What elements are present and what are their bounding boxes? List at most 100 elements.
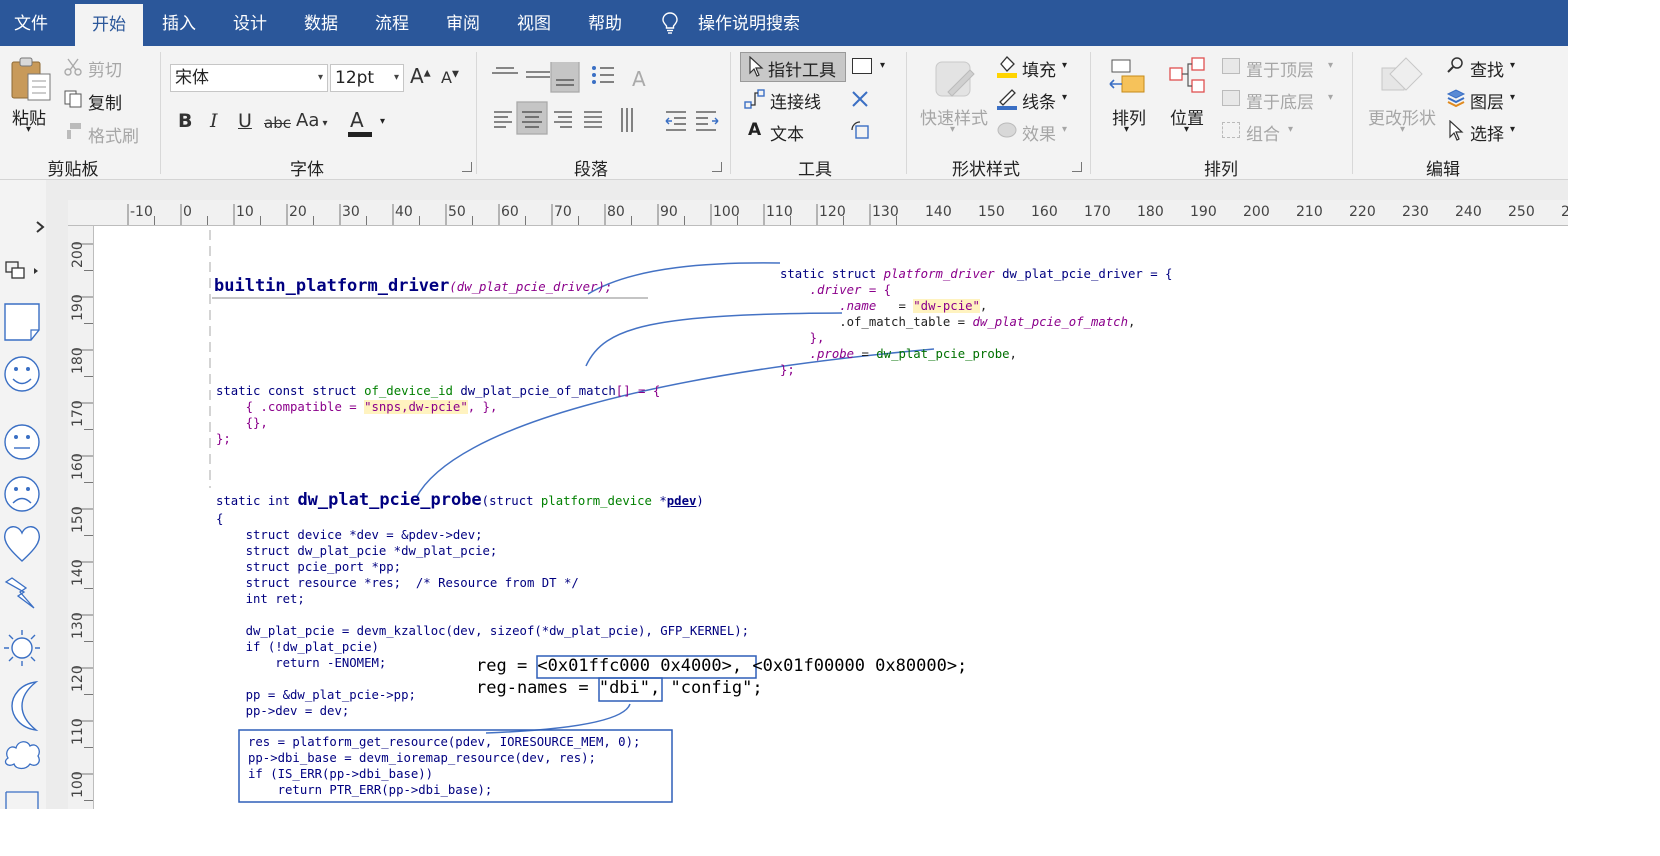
change-case-button[interactable]: Aa ▾: [296, 110, 328, 131]
send-back-dropdown-icon[interactable]: ▾: [1328, 92, 1333, 103]
crop-rotate-icon[interactable]: [850, 120, 872, 142]
font-color-dropdown-icon[interactable]: ▾: [380, 116, 385, 127]
layers-button[interactable]: 图层: [1470, 88, 1504, 113]
ruler-label: 20: [289, 204, 307, 220]
ruler-label: -10: [130, 204, 153, 220]
shape-dropdown-icon[interactable]: ▾: [880, 60, 885, 71]
group-dropdown-icon[interactable]: ▾: [1288, 124, 1293, 135]
change-shape-dropdown-icon[interactable]: ▾: [1400, 124, 1405, 135]
editing-group-label: 编辑: [1426, 160, 1460, 180]
ruler-label: 50: [448, 204, 466, 220]
group-divider: [1090, 52, 1091, 174]
shape-styles-dialog-launcher-icon[interactable]: [1072, 162, 1082, 172]
horizontal-ruler: -10 0 10 20 30 40 50 60 70 80 90 100 110 120 130 140 150…: [68, 200, 1568, 226]
tools-group-label: 工具: [798, 160, 832, 180]
ruler-label: 0: [183, 204, 192, 220]
ruler-label: 26: [1561, 204, 1568, 220]
group-button[interactable]: 组合: [1246, 120, 1280, 145]
format-painter-button[interactable]: 格式刷: [88, 122, 139, 147]
format-painter-icon: [67, 123, 81, 139]
text-tool-button[interactable]: 文本: [770, 120, 804, 145]
connector-tool-button[interactable]: 连接线: [770, 88, 821, 113]
ruler-label: 170: [1084, 204, 1111, 220]
ruler-label: 80: [607, 204, 625, 220]
probe-body-line: struct dw_plat_pcie *dw_plat_pcie;: [216, 544, 498, 558]
ruler-label: 110: [70, 718, 86, 745]
bold-button[interactable]: B: [178, 110, 192, 132]
line-button[interactable]: 线条: [1022, 88, 1056, 113]
shapes-panel-icons: [3, 221, 45, 809]
ruler-label: 160: [1031, 204, 1058, 220]
quick-styles-dropdown-icon[interactable]: ▾: [950, 124, 955, 135]
ruler-label: 200: [70, 241, 86, 268]
ruler-label: 90: [660, 204, 678, 220]
tell-me-search[interactable]: 操作说明搜索: [698, 0, 800, 48]
select-dropdown-icon[interactable]: ▾: [1510, 124, 1515, 135]
group-icon: [1222, 122, 1240, 138]
arrange-dropdown-icon[interactable]: ▾: [1124, 124, 1129, 135]
ruler-label: 170: [70, 400, 86, 427]
copy-icon: [64, 90, 82, 108]
font-color-swatch: [348, 132, 372, 137]
tab-data[interactable]: 数据: [292, 0, 350, 46]
ribbon: 粘贴 ▾ 剪切 复制 格式刷 剪贴板 宋体 ▾ 12pt ▾ A▲ A▼ B I U…: [0, 46, 1568, 180]
ruler-label: 140: [70, 559, 86, 586]
dt-reg-names-line: reg-names = "dbi", "config";: [476, 678, 763, 698]
font-color-button[interactable]: A: [350, 108, 364, 132]
drawing-canvas[interactable]: builtin_platform_driver(dw_plat_pcie_dri…: [94, 226, 1568, 809]
grow-font-button[interactable]: A▲: [410, 64, 431, 88]
group-divider: [160, 52, 161, 174]
layers-dropdown-icon[interactable]: ▾: [1510, 92, 1515, 103]
effects-button[interactable]: 效果: [1022, 120, 1056, 145]
quick-styles-icon: [935, 61, 975, 97]
find-dropdown-icon[interactable]: ▾: [1510, 60, 1515, 71]
underline-button[interactable]: U: [238, 110, 252, 132]
position-dropdown-icon[interactable]: ▾: [1184, 124, 1189, 135]
tab-process[interactable]: 流程: [363, 0, 421, 46]
probe-body-line: pp->dev = dev;: [216, 704, 350, 718]
fill-dropdown-icon[interactable]: ▾: [1062, 60, 1067, 71]
tab-insert[interactable]: 插入: [150, 0, 208, 46]
rectangle-icon[interactable]: [852, 58, 872, 74]
close-x-icon[interactable]: [850, 90, 870, 108]
tab-design[interactable]: 设计: [221, 0, 279, 46]
vertical-ruler: 200 190 180 170 160 150 140 130 120 110 100: [68, 226, 94, 809]
tab-review[interactable]: 审阅: [434, 0, 492, 46]
effects-icon: [997, 122, 1017, 138]
arrange-icon: [1109, 59, 1145, 93]
find-button[interactable]: 查找: [1470, 56, 1504, 81]
probe-body-line: if (!dw_plat_pcie): [216, 640, 379, 654]
ruler-label: 120: [819, 204, 846, 220]
paragraph-dialog-launcher-icon[interactable]: [712, 162, 722, 172]
group-divider: [476, 52, 477, 174]
pointer-tool-label: 指针工具: [768, 61, 836, 81]
ruler-label: 160: [70, 453, 86, 480]
tab-home[interactable]: 开始: [75, 4, 143, 46]
tab-view[interactable]: 视图: [505, 0, 563, 46]
effects-dropdown-icon[interactable]: ▾: [1062, 124, 1067, 135]
font-name-combo[interactable]: 宋体 ▾: [170, 64, 328, 92]
font-size-combo[interactable]: 12pt ▾: [330, 64, 404, 92]
ruler-label: 70: [554, 204, 572, 220]
bring-front-button[interactable]: 置于顶层: [1246, 56, 1314, 81]
ruler-label: 250: [1508, 204, 1535, 220]
strikethrough-button[interactable]: abc: [264, 114, 291, 132]
send-back-button[interactable]: 置于底层: [1246, 88, 1314, 113]
copy-button[interactable]: 复制: [88, 89, 122, 114]
tab-file[interactable]: 文件: [0, 0, 62, 46]
shrink-font-button[interactable]: A▼: [441, 68, 459, 87]
clipboard-group-label: 剪贴板: [47, 160, 99, 180]
cut-button[interactable]: 剪切: [88, 56, 122, 81]
tab-help[interactable]: 帮助: [576, 0, 634, 46]
font-dialog-launcher-icon[interactable]: [462, 162, 472, 172]
search-icon: [1447, 57, 1463, 73]
probe-body-line: struct device *dev = &pdev->dev;: [216, 528, 483, 542]
select-button[interactable]: 选择: [1470, 120, 1504, 145]
fill-button[interactable]: 填充: [1022, 56, 1056, 81]
bring-front-dropdown-icon[interactable]: ▾: [1328, 60, 1333, 71]
line-dropdown-icon[interactable]: ▾: [1062, 92, 1067, 103]
paste-dropdown-icon[interactable]: ▾: [26, 124, 31, 135]
ruler-label: 10: [236, 204, 254, 220]
italic-button[interactable]: I: [210, 110, 218, 132]
lightbulb-icon: [662, 12, 678, 34]
